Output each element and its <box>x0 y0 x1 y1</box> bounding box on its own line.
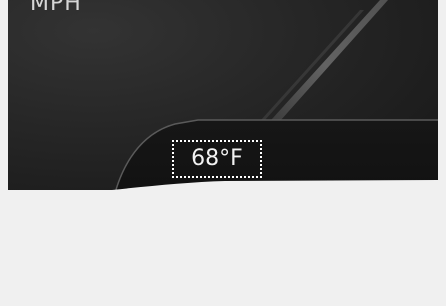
outside-temperature-highlight: 68°F <box>172 140 262 178</box>
instrument-cluster-screen: MPH 68°F <box>0 0 446 306</box>
outside-temperature-value: 68°F <box>191 146 243 171</box>
speed-unit-label: MPH <box>30 0 82 16</box>
